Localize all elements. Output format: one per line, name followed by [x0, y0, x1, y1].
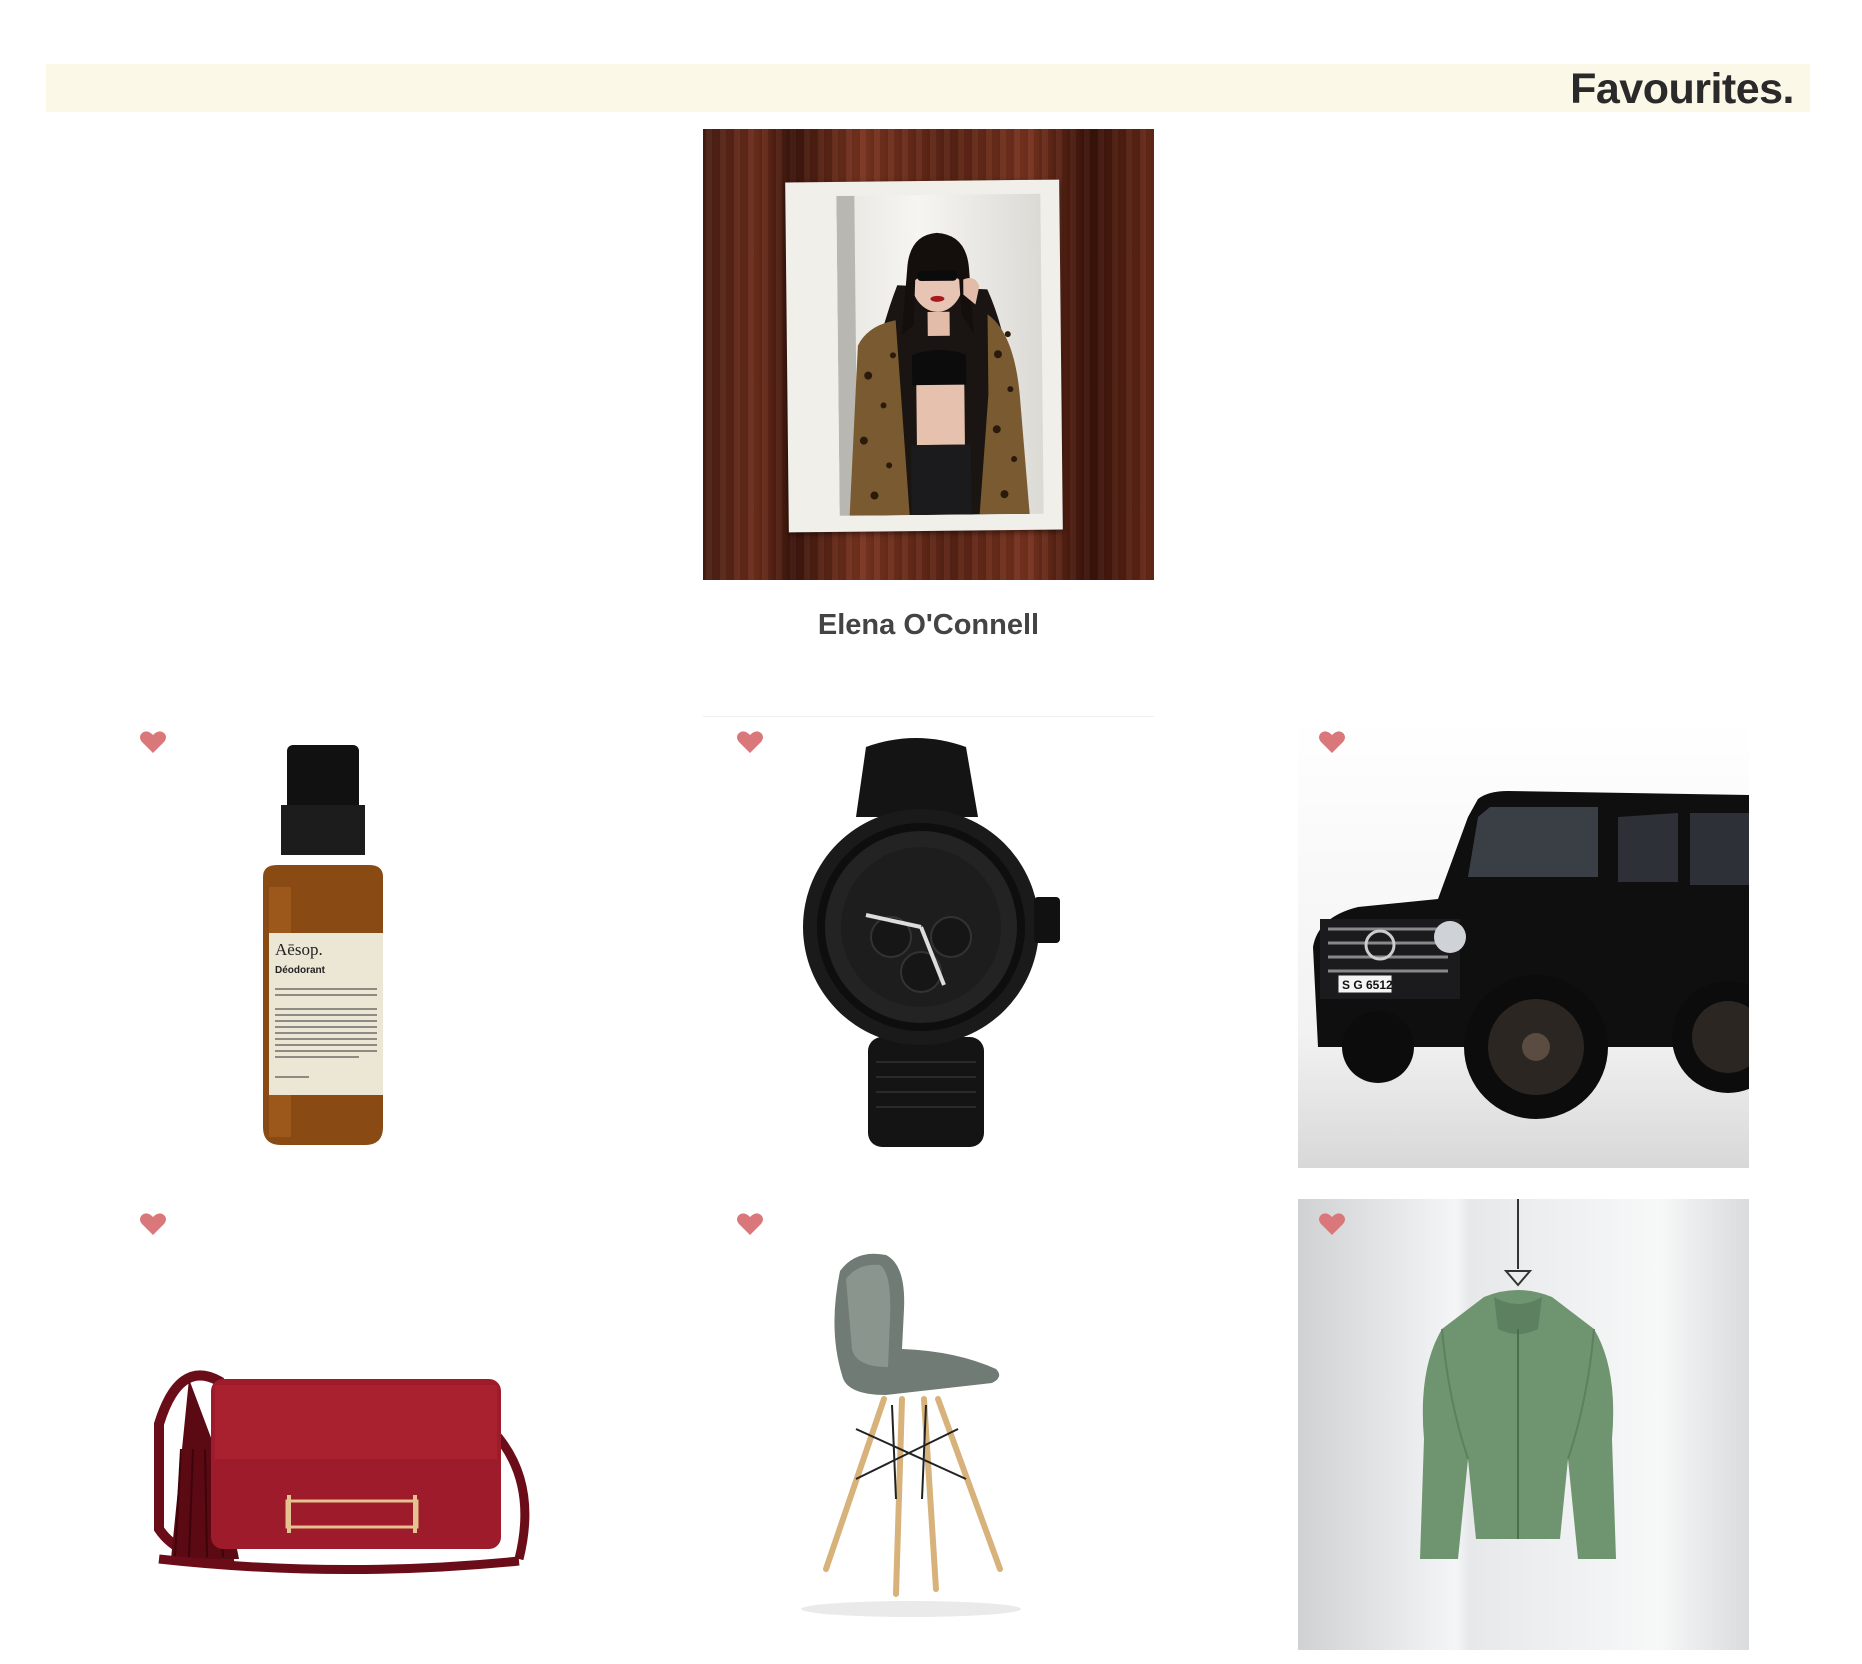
favourite-card-deodorant[interactable]: Aēsop. Déodorant	[119, 717, 570, 1168]
heart-icon[interactable]	[736, 1211, 764, 1237]
chair-image	[801, 1253, 1021, 1617]
header-bar: Favourites.	[46, 64, 1810, 112]
favourite-card-bag[interactable]	[119, 1199, 570, 1650]
bottle-product-text: Déodorant	[275, 965, 326, 976]
heart-icon[interactable]	[1318, 1211, 1346, 1237]
favourite-card-chair[interactable]	[716, 1199, 1167, 1650]
bag-image	[154, 1370, 530, 1575]
heart-icon[interactable]	[139, 729, 167, 755]
bottle-brand-text: Aēsop.	[275, 940, 323, 959]
favourite-card-watch[interactable]	[716, 717, 1167, 1168]
favourite-card-suv[interactable]: S G 6512	[1298, 717, 1749, 1168]
suv-image: S G 6512	[1298, 717, 1749, 1168]
heart-icon[interactable]	[736, 729, 764, 755]
page-title: Favourites.	[1570, 65, 1794, 113]
jacket-image	[1298, 1199, 1749, 1650]
polaroid-frame	[785, 179, 1063, 533]
polaroid-photo	[836, 193, 1044, 516]
heart-icon[interactable]	[139, 1211, 167, 1237]
person-illustration	[836, 195, 1030, 516]
watch-image	[803, 738, 1060, 1147]
plate-text: S G 6512	[1342, 978, 1393, 992]
profile-name[interactable]: Elena O'Connell	[703, 609, 1154, 642]
deodorant-bottle-image: Aēsop. Déodorant	[263, 745, 383, 1145]
profile-photo[interactable]	[703, 129, 1154, 580]
favourite-card-jacket[interactable]	[1298, 1199, 1749, 1650]
heart-icon[interactable]	[1318, 729, 1346, 755]
